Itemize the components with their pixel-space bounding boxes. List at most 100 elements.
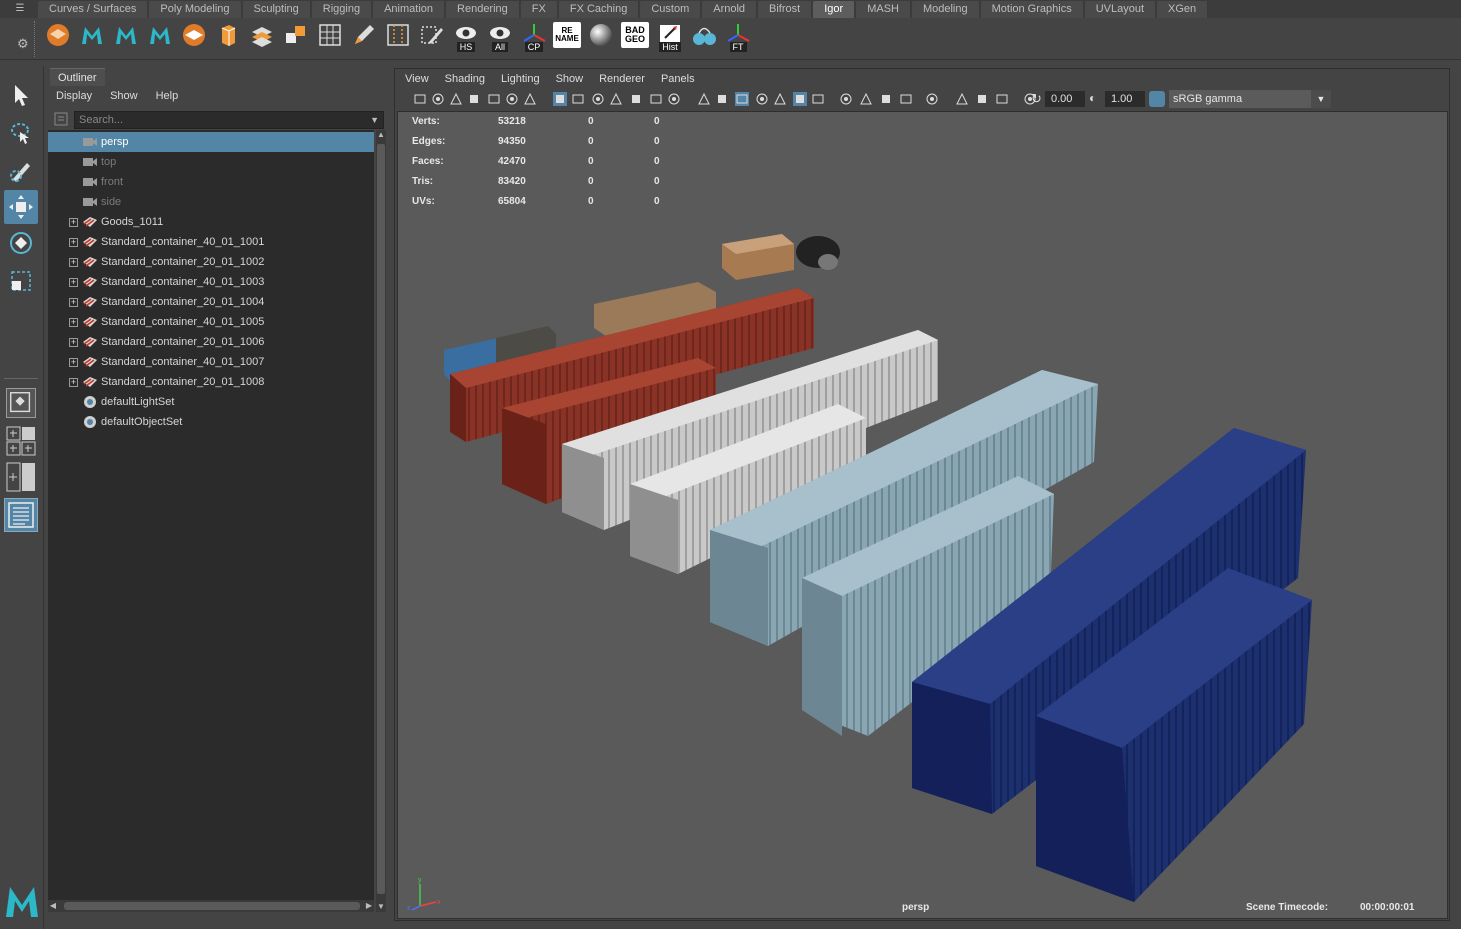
scroll-thumb[interactable] bbox=[64, 902, 360, 910]
expand-plus-icon[interactable]: + bbox=[69, 358, 78, 367]
outliner-item[interactable]: defaultLightSet bbox=[48, 392, 374, 412]
viewport-toolbar-icon[interactable] bbox=[811, 92, 825, 106]
select-tool-button[interactable] bbox=[4, 78, 38, 112]
outliner-filter-icon[interactable] bbox=[54, 112, 68, 126]
stack-layers-tool-button[interactable] bbox=[248, 22, 276, 54]
shelf-tab-igor[interactable]: Igor bbox=[813, 1, 856, 18]
center-pivot-button[interactable]: CP bbox=[520, 22, 548, 54]
multi-cut-tool-button[interactable] bbox=[316, 22, 344, 54]
viewport-toolbar-icon[interactable] bbox=[859, 92, 873, 106]
viewport-toolbar-icon[interactable] bbox=[505, 92, 519, 106]
scroll-right-icon[interactable]: ▶ bbox=[364, 900, 374, 912]
expand-plus-icon[interactable]: + bbox=[69, 258, 78, 267]
shelf-tab-bifrost[interactable]: Bifrost bbox=[758, 1, 813, 18]
shelf-tab-animation[interactable]: Animation bbox=[373, 1, 446, 18]
bevel-tool-button[interactable] bbox=[418, 22, 446, 54]
viewport-toolbar-icon[interactable] bbox=[793, 92, 807, 106]
viewport-menu-renderer[interactable]: Renderer bbox=[591, 69, 653, 89]
viewport-toolbar-icon[interactable] bbox=[571, 92, 585, 106]
shelf-tab-fx[interactable]: FX bbox=[520, 1, 558, 18]
uv-balls-button[interactable] bbox=[690, 22, 718, 54]
outliner-item[interactable]: + Standard_container_20_01_1002 bbox=[48, 252, 374, 272]
shelf-tab-sculpting[interactable]: Sculpting bbox=[242, 1, 311, 18]
viewport-toolbar-icon[interactable] bbox=[715, 92, 729, 106]
shelf-tab-rendering[interactable]: Rendering bbox=[446, 1, 520, 18]
viewport-3d[interactable]: Verts: 53218 0 0 Edges: 94350 0 0 Faces: 42470 0 0 T… bbox=[397, 111, 1448, 919]
shelf-tab-custom[interactable]: Custom bbox=[640, 1, 702, 18]
shelf-tab-motion-graphics[interactable]: Motion Graphics bbox=[980, 1, 1084, 18]
viewport-toolbar-icon[interactable] bbox=[879, 92, 893, 106]
viewport-toolbar-icon[interactable] bbox=[755, 92, 769, 106]
shelf-tab-modeling[interactable]: Modeling bbox=[911, 1, 980, 18]
outliner-item[interactable]: + Standard_container_40_01_1003 bbox=[48, 272, 374, 292]
viewport-toolbar-icon[interactable] bbox=[925, 92, 939, 106]
shelf-tab-fx-caching[interactable]: FX Caching bbox=[558, 1, 640, 18]
viewport-toolbar-icon[interactable] bbox=[955, 92, 969, 106]
rename-button[interactable]: RE NAME bbox=[553, 22, 581, 54]
outliner-item[interactable]: + Standard_container_40_01_1007 bbox=[48, 352, 374, 372]
viewport-toolbar-icon[interactable] bbox=[553, 92, 567, 106]
chevron-down-icon[interactable]: ▼ bbox=[370, 112, 379, 128]
shelf-tab-poly-modeling[interactable]: Poly Modeling bbox=[149, 1, 242, 18]
sphere-orange-tool-button[interactable] bbox=[44, 22, 72, 54]
viewport-toolbar-icon[interactable] bbox=[667, 92, 681, 106]
viewport-toolbar-icon[interactable] bbox=[591, 92, 605, 106]
insert-edge-loop-button[interactable] bbox=[384, 22, 412, 54]
scale-tool-button[interactable] bbox=[4, 264, 38, 298]
outliner-menu-show[interactable]: Show bbox=[100, 86, 146, 106]
scroll-up-icon[interactable]: ▲ bbox=[376, 130, 386, 140]
outliner-menu-display[interactable]: Display bbox=[46, 86, 100, 106]
two-pane-layout-button[interactable] bbox=[6, 462, 36, 492]
viewport-toolbar-icon[interactable] bbox=[975, 92, 989, 106]
outliner-layout-button[interactable] bbox=[4, 498, 38, 532]
move-tool-button[interactable] bbox=[4, 190, 38, 224]
outliner-item[interactable]: top bbox=[48, 152, 374, 172]
shelf-tab-curves-surfaces[interactable]: Curves / Surfaces bbox=[38, 1, 149, 18]
outliner-item[interactable]: persp bbox=[48, 132, 374, 152]
show-all-button[interactable]: All bbox=[486, 22, 514, 54]
expand-plus-icon[interactable]: + bbox=[69, 278, 78, 287]
poly-plane-tool-button[interactable] bbox=[180, 22, 208, 54]
expand-plus-icon[interactable]: + bbox=[69, 338, 78, 347]
viewport-toolbar-icon[interactable] bbox=[773, 92, 787, 106]
gear-icon[interactable]: ⚙ bbox=[17, 36, 29, 52]
expand-plus-icon[interactable]: + bbox=[69, 318, 78, 327]
viewport-menu-show[interactable]: Show bbox=[548, 69, 592, 89]
viewport-toolbar-icon[interactable] bbox=[649, 92, 663, 106]
chevron-down-icon[interactable]: ▼ bbox=[1311, 90, 1331, 108]
viewport-menu-panels[interactable]: Panels bbox=[653, 69, 703, 89]
outliner-item[interactable]: + Standard_container_20_01_1004 bbox=[48, 292, 374, 312]
viewport-toolbar-icon[interactable] bbox=[523, 92, 537, 106]
pencil-tool-button[interactable] bbox=[350, 22, 378, 54]
viewport-toolbar-icon[interactable] bbox=[413, 92, 427, 106]
color-management-icon[interactable] bbox=[1149, 91, 1165, 107]
exposure-reset-icon[interactable]: ↻ bbox=[1031, 91, 1042, 107]
lasso-tool-button[interactable] bbox=[4, 116, 38, 150]
combine-tool-button[interactable] bbox=[282, 22, 310, 54]
viewport-menu-lighting[interactable]: Lighting bbox=[493, 69, 548, 89]
gamma-field[interactable]: 1.00 bbox=[1105, 91, 1145, 107]
outliner-vertical-scrollbar[interactable]: ▲ ▼ bbox=[376, 130, 386, 912]
outliner-item[interactable]: + Standard_container_40_01_1001 bbox=[48, 232, 374, 252]
bad-geo-button[interactable]: BAD GEO bbox=[621, 22, 649, 54]
outliner-item[interactable]: + Standard_container_40_01_1005 bbox=[48, 312, 374, 332]
single-pane-layout-button[interactable] bbox=[6, 388, 36, 418]
paint-select-tool-button[interactable] bbox=[4, 154, 38, 188]
scroll-thumb[interactable] bbox=[377, 144, 385, 894]
viewport-toolbar-icon[interactable] bbox=[899, 92, 913, 106]
expand-plus-icon[interactable]: + bbox=[69, 238, 78, 247]
scroll-left-icon[interactable]: ◀ bbox=[48, 900, 58, 912]
viewport-toolbar-icon[interactable] bbox=[467, 92, 481, 106]
outliner-item[interactable]: side bbox=[48, 192, 374, 212]
poly-cube-tool-button[interactable] bbox=[214, 22, 242, 54]
four-pane-layout-button[interactable] bbox=[6, 426, 36, 456]
outliner-item[interactable]: defaultObjectSet bbox=[48, 412, 374, 432]
shelf-tab-arnold[interactable]: Arnold bbox=[702, 1, 758, 18]
viewport-menu-shading[interactable]: Shading bbox=[437, 69, 493, 89]
outliner-search-input[interactable]: Search... ▼ bbox=[74, 111, 384, 129]
viewport-toolbar-icon[interactable] bbox=[487, 92, 501, 106]
expand-plus-icon[interactable]: + bbox=[69, 298, 78, 307]
viewport-toolbar-icon[interactable] bbox=[839, 92, 853, 106]
viewport-toolbar-icon[interactable] bbox=[431, 92, 445, 106]
maya-m-tool-3-button[interactable] bbox=[146, 22, 174, 54]
